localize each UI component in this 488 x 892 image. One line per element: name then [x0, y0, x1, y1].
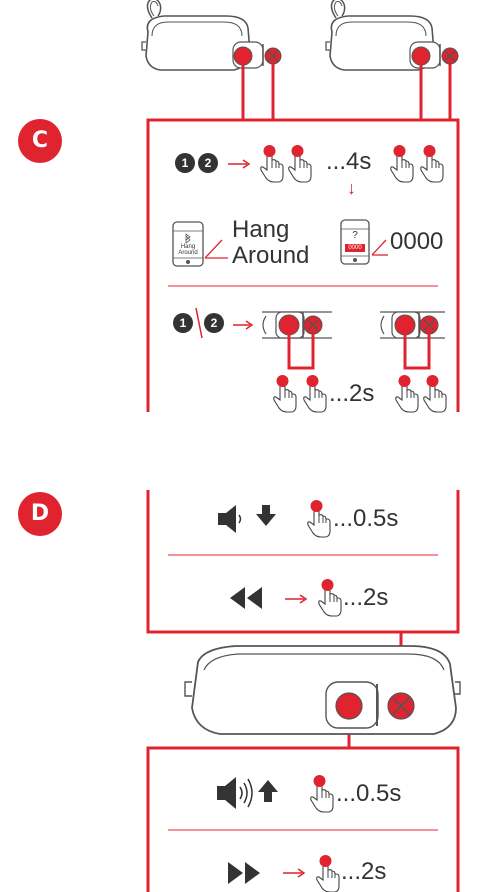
phone-screen-text-line2: Around	[178, 250, 198, 256]
hold-time-label-2: ...2s	[329, 380, 375, 407]
rewind-icon	[230, 587, 262, 609]
power-button-icon	[233, 46, 253, 66]
phone-icon	[340, 219, 370, 265]
speaker-device-icon	[262, 311, 332, 339]
power-button-icon	[335, 692, 363, 720]
phone-screen-question: ?	[352, 230, 358, 241]
arrow-up-icon	[258, 780, 278, 802]
pair-down-arrow: ↓	[347, 178, 356, 198]
hand-press-icon	[307, 499, 331, 538]
hand-press-icon	[395, 374, 419, 413]
step-number-1: 1	[181, 156, 189, 170]
fast-forward-icon	[228, 862, 260, 884]
arrow-right-icon	[228, 159, 251, 169]
arrow-right-icon	[283, 868, 306, 878]
section-c-badge: C	[18, 119, 62, 163]
step-number-2: 2	[210, 316, 218, 330]
hand-press-icon	[423, 374, 447, 413]
volume-up-icon	[217, 777, 253, 809]
arrow-down-icon	[256, 505, 276, 526]
hand-press-icon	[420, 144, 444, 183]
pin-code-label: 0000	[390, 228, 444, 255]
hand-press-icon	[273, 374, 297, 413]
diagram-graphics	[141, 0, 461, 892]
volume-up-time: ...0.5s	[336, 780, 402, 807]
next-track-time: ...2s	[341, 858, 387, 885]
hand-press-icon	[288, 144, 312, 183]
hand-press-icon	[316, 854, 340, 892]
power-button-icon	[411, 46, 431, 66]
speaker-device-icon	[380, 311, 445, 339]
instruction-diagram: C D 1 2 ...4s ↓ Hang Around Hang Around …	[0, 0, 488, 892]
speaker-device-icon	[184, 645, 461, 735]
device-name-line1: Hang	[232, 216, 290, 243]
hand-press-icon	[260, 144, 284, 183]
device-name-line2: Around	[232, 242, 310, 269]
hand-press-icon	[318, 578, 342, 617]
volume-down-icon	[218, 505, 242, 533]
previous-track-time: ...2s	[343, 584, 389, 611]
section-d-badge: D	[18, 492, 62, 536]
hand-press-icon	[390, 144, 414, 183]
step-number-1: 1	[179, 316, 187, 330]
step-number-2: 2	[204, 156, 212, 170]
phone-screen-pin: 0000	[348, 245, 362, 251]
volume-down-time: ...0.5s	[333, 505, 399, 532]
hand-press-icon	[310, 774, 334, 813]
arrow-right-icon	[233, 320, 254, 330]
hand-press-icon	[303, 374, 327, 413]
hold-time-label: ...4s	[326, 148, 372, 175]
arrow-right-icon	[285, 594, 308, 604]
